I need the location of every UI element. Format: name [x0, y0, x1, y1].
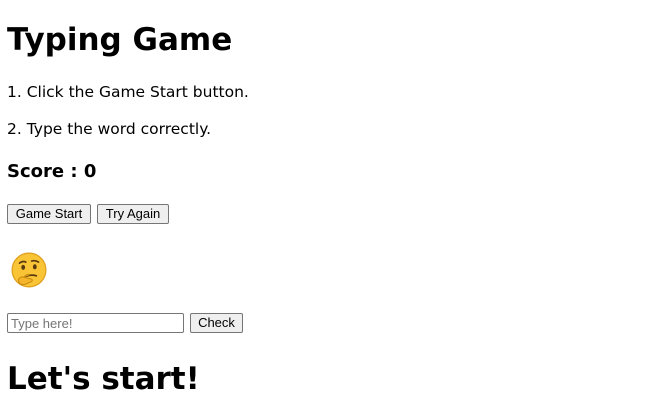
- thinking-face-icon: [11, 252, 47, 288]
- word-input[interactable]: [7, 313, 184, 333]
- status-message: Let's start!: [7, 361, 200, 397]
- instruction-step-2: 2. Type the word correctly.: [7, 120, 212, 138]
- instruction-step-1: 1. Click the Game Start button.: [7, 83, 249, 101]
- check-button[interactable]: Check: [190, 313, 243, 333]
- try-again-button[interactable]: Try Again: [97, 204, 169, 224]
- typing-game-page: Typing Game 1. Click the Game Start butt…: [0, 0, 651, 414]
- game-start-button[interactable]: Game Start: [7, 204, 91, 224]
- score-display: Score : 0: [7, 161, 97, 182]
- page-title: Typing Game: [7, 22, 233, 58]
